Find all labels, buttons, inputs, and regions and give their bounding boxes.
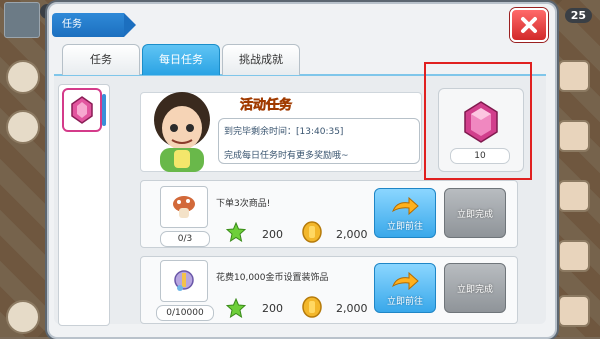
right-menu-button[interactable] <box>558 120 590 152</box>
category-gem-button[interactable] <box>62 88 106 132</box>
event-title: 活动任务 <box>240 98 293 114</box>
tab-challenge-achievements[interactable]: 挑战成就 <box>222 44 300 75</box>
right-menu-button[interactable] <box>558 295 590 327</box>
complete-now-button[interactable]: 立即完成 <box>444 188 506 238</box>
task-reward-exp: 200 <box>262 302 283 315</box>
task-name: 花费10,000金币设置装饰品 <box>216 273 329 283</box>
left-menu-button[interactable] <box>6 110 40 144</box>
complete-now-label: 立即完成 <box>456 284 493 295</box>
gold-coin-icon <box>302 221 322 243</box>
decoration-icon <box>174 270 194 291</box>
green-star-icon <box>226 222 246 242</box>
task-reward-exp: 200 <box>262 228 283 241</box>
green-star-icon <box>226 298 246 318</box>
task-name: 下单3次商品! <box>216 199 271 209</box>
go-now-button[interactable]: 立即前往 <box>374 263 436 313</box>
dialog-title: 任务 <box>52 13 136 37</box>
go-now-label: 立即前往 <box>386 297 423 307</box>
go-now-button[interactable]: 立即前往 <box>374 188 436 238</box>
complete-now-label: 立即完成 <box>456 209 493 220</box>
right-menu-button[interactable] <box>558 180 590 212</box>
task-icon-frame <box>160 260 208 302</box>
tab-daily-tasks[interactable]: 每日任务 <box>142 44 220 75</box>
mushroom-icon <box>173 196 195 218</box>
task-reward-gold: 2,000 <box>336 228 368 241</box>
gold-coin-icon <box>302 296 322 318</box>
right-menu-button[interactable] <box>558 240 590 272</box>
close-icon <box>521 17 537 33</box>
arrow-right-icon <box>392 272 419 290</box>
complete-now-button[interactable]: 立即完成 <box>444 263 506 313</box>
highlight-annotation <box>424 62 532 180</box>
left-menu-button[interactable] <box>6 300 40 334</box>
top-right-counter: 25 <box>564 8 592 23</box>
task-reward-gold: 2,000 <box>336 302 368 315</box>
tab-tasks[interactable]: 任务 <box>62 44 140 75</box>
event-countdown: 到完毕剩余时间：[13:40:35] <box>224 127 344 137</box>
arrow-right-icon <box>392 197 419 215</box>
character-portrait <box>154 92 210 172</box>
right-menu-button[interactable] <box>558 60 590 92</box>
close-button[interactable] <box>510 8 548 42</box>
left-menu-button[interactable] <box>6 60 40 94</box>
task-progress: 0/10000 <box>156 305 214 321</box>
go-now-label: 立即前往 <box>386 222 423 232</box>
pink-gem-icon <box>71 96 93 124</box>
event-description: 完成每日任务时有更多奖励哦~ <box>224 151 349 161</box>
task-icon-frame <box>160 186 208 228</box>
task-progress: 0/3 <box>160 231 210 247</box>
player-avatar[interactable] <box>4 2 40 38</box>
